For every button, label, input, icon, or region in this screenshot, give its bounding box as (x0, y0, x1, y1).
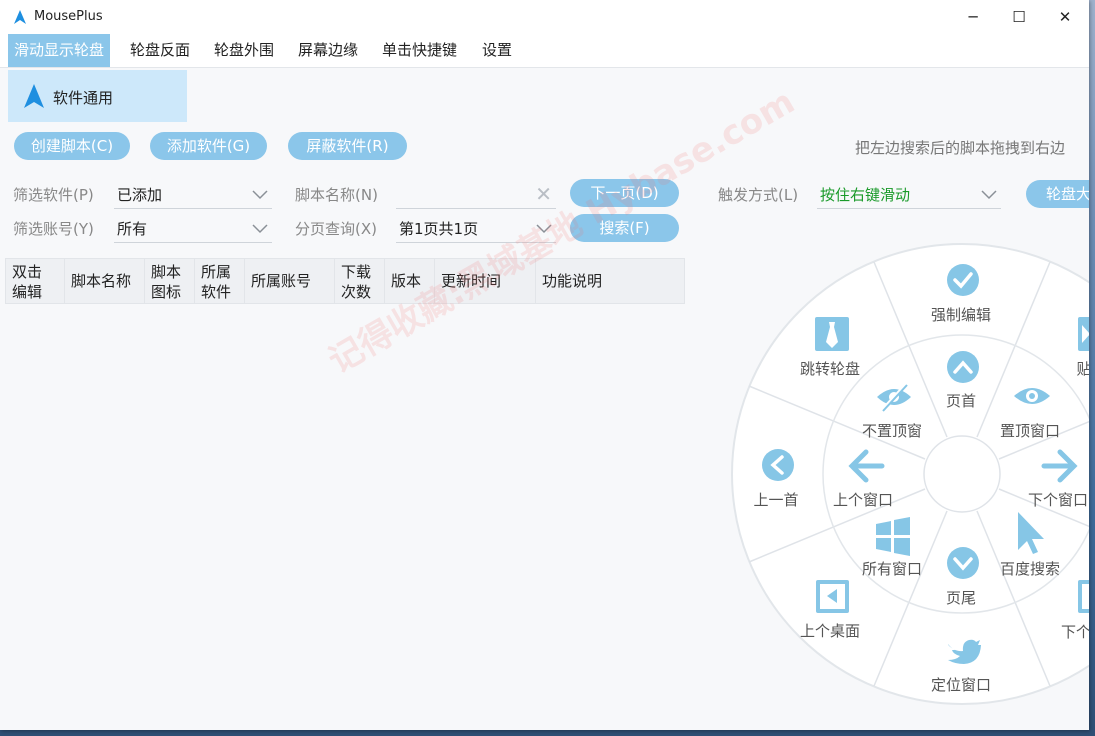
wheel-label-pin-window: 置顶窗口 (1000, 422, 1060, 440)
chevron-left-circle-icon[interactable] (762, 449, 794, 481)
wheel-label-force-edit: 强制编辑 (931, 306, 991, 324)
paste-icon[interactable] (1078, 317, 1089, 351)
app-window: MousePlus ─ ☐ ✕ 滑动显示轮盘 轮盘反面 轮盘外围 屏幕边缘 单击… (0, 0, 1089, 730)
wheel-label-jump-wheel: 跳转轮盘 (800, 360, 860, 378)
gesture-wheel: 强制编辑 贴 下个窗口 下个 定位窗口 上个桌面 上一首 跳转轮盘 页首 置顶窗… (731, 243, 1089, 705)
wheel-label-all-windows: 所有窗口 (862, 560, 922, 578)
wheel-label-prev-desktop: 上个桌面 (800, 622, 860, 640)
wheel-label-page-bottom: 页尾 (946, 589, 976, 607)
check-circle-icon[interactable] (947, 264, 979, 296)
next-desktop-icon[interactable] (1078, 580, 1089, 613)
desktop-back-icon[interactable] (816, 580, 849, 613)
wheel-label-next-window-outer: 下个窗口 (1028, 491, 1088, 509)
wheel-label-prev-window: 上个窗口 (833, 491, 893, 509)
tie-icon[interactable] (815, 317, 849, 351)
wheel-label-unpin-window: 不置顶窗 (862, 422, 922, 440)
chevron-down-circle-icon[interactable] (947, 547, 979, 579)
wheel-label-next-desktop: 下个 (1061, 623, 1089, 641)
wheel-label-baidu-search: 百度搜索 (1000, 560, 1060, 578)
wheel-label-paste: 贴 (1076, 360, 1089, 378)
chevron-up-circle-icon[interactable] (947, 351, 979, 383)
wheel-label-page-top: 页首 (946, 392, 976, 410)
wheel-label-prev-track: 上一首 (753, 491, 798, 509)
wheel-label-locate-window: 定位窗口 (931, 676, 991, 694)
